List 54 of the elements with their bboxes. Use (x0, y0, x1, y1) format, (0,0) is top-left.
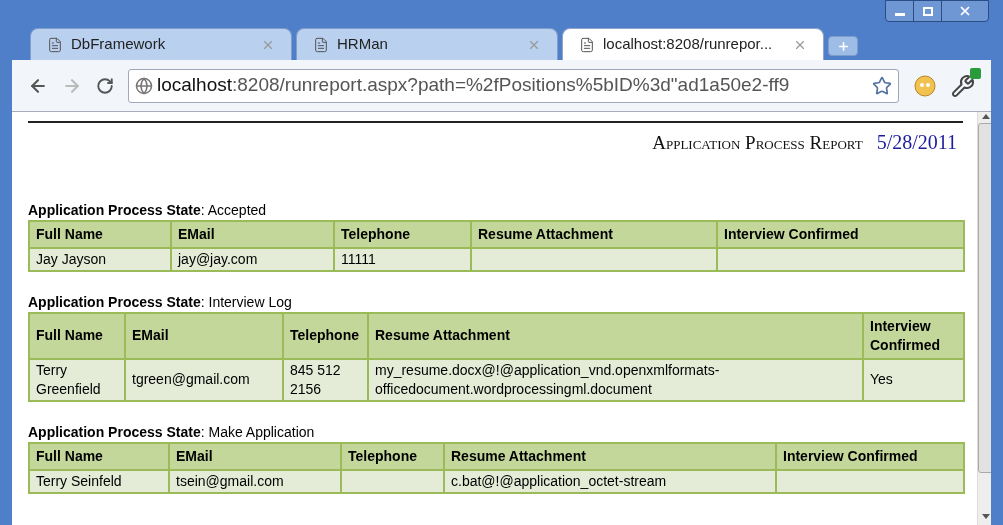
table-cell: jay@jay.com (178, 250, 258, 267)
section-heading: Application Process State: Interview Log (28, 293, 293, 310)
star-icon[interactable] (872, 75, 892, 96)
column-header: Telephone (283, 312, 368, 359)
column-header: Interview Confirmed (717, 220, 964, 248)
browser-tab[interactable]: DbFramework (30, 28, 292, 60)
column-header: EMail (171, 220, 334, 248)
scroll-down-icon[interactable] (982, 514, 990, 519)
report-date: 5/28/2011 (876, 130, 957, 155)
new-tab-button[interactable] (828, 36, 858, 56)
table-cell: Yes (870, 371, 893, 387)
column-header: Full Name (29, 312, 125, 359)
wrench-icon[interactable] (951, 73, 975, 98)
column-header: Telephone (334, 220, 471, 248)
table-cell: 11111 (341, 250, 376, 267)
report-title: Application Process Report (652, 131, 863, 155)
column-header: Interview Confirmed (863, 312, 964, 359)
address-bar[interactable]: localhost:8208/runreport.aspx?path=%2fPositions%5bID%3d"ad1a50e2-ff9 (128, 68, 899, 103)
column-header: Telephone (341, 442, 444, 470)
column-header: Resume Attachment (368, 312, 863, 359)
column-header: Full Name (29, 442, 169, 470)
table-cell: 845 512 2156 (290, 361, 341, 397)
page-icon (47, 36, 63, 53)
section-heading: Application Process State: Accepted (28, 201, 268, 218)
section-heading: Application Process State: Make Application (28, 423, 316, 440)
table-cell: tgreen@gmail.com (132, 371, 250, 387)
tab-title: HRMan (337, 34, 389, 55)
scrollbar[interactable] (977, 112, 991, 525)
table-cell: my_resume.docx@!@application_vnd.openxmlformats-officedocument.wordprocessingml.document (375, 361, 720, 397)
tab-title: localhost:8208/runrepor... (603, 34, 774, 55)
table-cell: tsein@gmail.com (176, 472, 284, 489)
column-header: EMail (169, 442, 341, 470)
scroll-thumb[interactable] (978, 123, 991, 473)
column-header: Resume Attachment (444, 442, 776, 470)
column-header: Interview Confirmed (776, 442, 964, 470)
column-header: Resume Attachment (471, 220, 717, 248)
update-badge-icon (970, 67, 981, 79)
page-icon (313, 36, 329, 53)
browser-tab[interactable]: localhost:8208/runrepor... (562, 28, 824, 60)
column-header: EMail (125, 312, 283, 359)
globe-icon (135, 76, 153, 95)
tab-title: DbFramework (71, 34, 167, 55)
browser-tab[interactable]: HRMan (296, 28, 558, 60)
reload-icon[interactable] (96, 76, 114, 95)
table-cell: Terry Seinfeld (36, 472, 122, 489)
page-icon (579, 36, 595, 53)
table-cell: c.bat@!@application_octet-stream (451, 472, 667, 489)
table-cell: Terry Greenfield (36, 361, 101, 397)
scroll-up-icon[interactable] (982, 114, 990, 119)
smiley-icon[interactable] (913, 73, 937, 98)
column-header: Full Name (29, 220, 171, 248)
address-text: localhost:8208/runreport.aspx?path=%2fPositions%5bID%3d"ad1a50e2-ff9 (157, 73, 791, 98)
plus-icon (836, 39, 850, 53)
table-cell: Jay Jayson (36, 250, 107, 267)
